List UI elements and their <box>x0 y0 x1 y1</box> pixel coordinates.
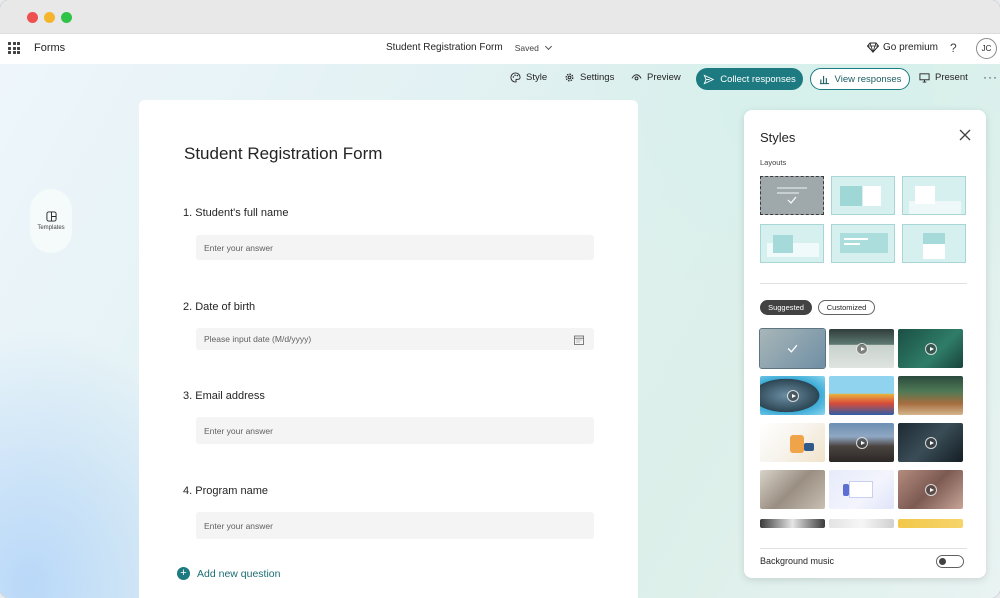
play-icon <box>924 483 937 496</box>
view-responses-button[interactable]: View responses <box>810 68 910 90</box>
more-options-icon[interactable]: ··· <box>983 70 998 84</box>
close-icon[interactable] <box>958 128 972 142</box>
background-music-toggle[interactable] <box>936 555 964 568</box>
app-name[interactable]: Forms <box>34 42 65 54</box>
theme-option-selected[interactable] <box>759 328 826 369</box>
document-title: Student Registration Form <box>386 42 503 53</box>
style-button[interactable]: Style <box>510 72 547 83</box>
question-label[interactable]: 3. Email address <box>183 390 265 402</box>
present-icon <box>919 73 930 83</box>
play-icon <box>924 342 937 355</box>
theme-option[interactable] <box>829 329 894 368</box>
theme-option[interactable] <box>760 423 825 462</box>
bar-chart-icon <box>819 75 829 84</box>
app-window: Forms Student Registration Form Saved Go… <box>0 0 1000 598</box>
theme-option[interactable] <box>898 329 963 368</box>
theme-option[interactable] <box>898 423 963 462</box>
add-question-button[interactable]: + Add new question <box>177 567 280 580</box>
tab-customized[interactable]: Customized <box>818 300 875 315</box>
send-icon <box>703 73 715 85</box>
style-label: Style <box>526 72 548 83</box>
layouts-label: Layouts <box>760 158 787 167</box>
theme-option[interactable] <box>898 470 963 509</box>
minimize-window-button[interactable] <box>44 12 55 23</box>
add-question-label: Add new question <box>197 567 281 580</box>
chevron-down-icon <box>544 42 552 50</box>
theme-option[interactable] <box>898 519 963 528</box>
check-icon <box>787 196 797 204</box>
play-icon <box>855 436 868 449</box>
date-input[interactable]: Please input date (M/d/yyyy) <box>196 328 594 350</box>
collect-responses-label: Collect responses <box>720 73 796 85</box>
date-placeholder: Please input date (M/d/yyyy) <box>204 334 312 344</box>
document-title-area[interactable]: Student Registration Form Saved <box>386 42 552 53</box>
templates-icon <box>45 211 57 222</box>
theme-option[interactable] <box>829 519 894 528</box>
form-card: Student Registration Form 1. Student's f… <box>139 100 638 598</box>
theme-option[interactable] <box>829 423 894 462</box>
go-premium-button[interactable]: Go premium <box>867 42 938 53</box>
theme-option[interactable] <box>829 376 894 415</box>
maximize-window-button[interactable] <box>61 12 72 23</box>
layout-option[interactable] <box>760 224 824 263</box>
templates-button[interactable]: Templates <box>30 189 72 253</box>
play-icon <box>924 436 937 449</box>
save-status[interactable]: Saved <box>514 42 552 53</box>
calendar-icon[interactable] <box>574 335 584 345</box>
title-bar <box>0 0 1000 34</box>
palette-icon <box>510 72 521 83</box>
styles-title: Styles <box>760 130 796 145</box>
diamond-icon <box>867 42 879 53</box>
app-header: Forms Student Registration Form Saved Go… <box>0 34 1000 64</box>
answer-input[interactable]: Enter your answer <box>196 512 594 539</box>
collect-responses-button[interactable]: Collect responses <box>696 68 803 90</box>
answer-input[interactable]: Enter your answer <box>196 417 594 444</box>
layout-option-selected[interactable] <box>760 176 824 215</box>
theme-option[interactable] <box>760 470 825 509</box>
preview-label: Preview <box>647 72 681 83</box>
panel-divider <box>760 283 967 284</box>
layout-option[interactable] <box>902 176 966 215</box>
settings-label: Settings <box>580 72 615 83</box>
close-window-button[interactable] <box>27 12 38 23</box>
save-status-label: Saved <box>514 42 539 53</box>
form-title[interactable]: Student Registration Form <box>184 144 382 164</box>
check-icon <box>787 344 798 353</box>
present-label: Present <box>935 72 968 83</box>
templates-label: Templates <box>37 225 65 231</box>
layout-option[interactable] <box>831 224 895 263</box>
layout-option[interactable] <box>831 176 895 215</box>
theme-option[interactable] <box>760 376 825 415</box>
present-button[interactable]: Present <box>919 72 968 83</box>
theme-option[interactable] <box>760 519 825 528</box>
background-music-label: Background music <box>760 556 835 566</box>
question-label[interactable]: 4. Program name <box>183 485 268 497</box>
play-icon <box>786 389 799 402</box>
plus-icon: + <box>177 567 190 580</box>
answer-input[interactable]: Enter your answer <box>196 235 594 260</box>
view-responses-label: View responses <box>834 73 902 85</box>
play-icon <box>855 342 868 355</box>
question-label[interactable]: 2. Date of birth <box>183 301 255 313</box>
tab-suggested[interactable]: Suggested <box>760 300 812 315</box>
app-launcher-icon[interactable] <box>8 42 20 54</box>
layout-option[interactable] <box>902 224 966 263</box>
gear-icon <box>565 73 574 82</box>
go-premium-label: Go premium <box>883 42 939 53</box>
help-icon[interactable]: ? <box>950 41 957 55</box>
preview-button[interactable]: Preview <box>631 72 681 83</box>
eye-icon <box>631 74 642 81</box>
panel-divider <box>760 548 967 549</box>
settings-button[interactable]: Settings <box>564 72 614 83</box>
styles-panel: Styles Layouts Suggested Customized Back… <box>744 110 986 578</box>
avatar[interactable]: JC <box>976 38 997 59</box>
question-label[interactable]: 1. Student's full name <box>183 207 288 219</box>
theme-option[interactable] <box>829 470 894 509</box>
theme-option[interactable] <box>898 376 963 415</box>
